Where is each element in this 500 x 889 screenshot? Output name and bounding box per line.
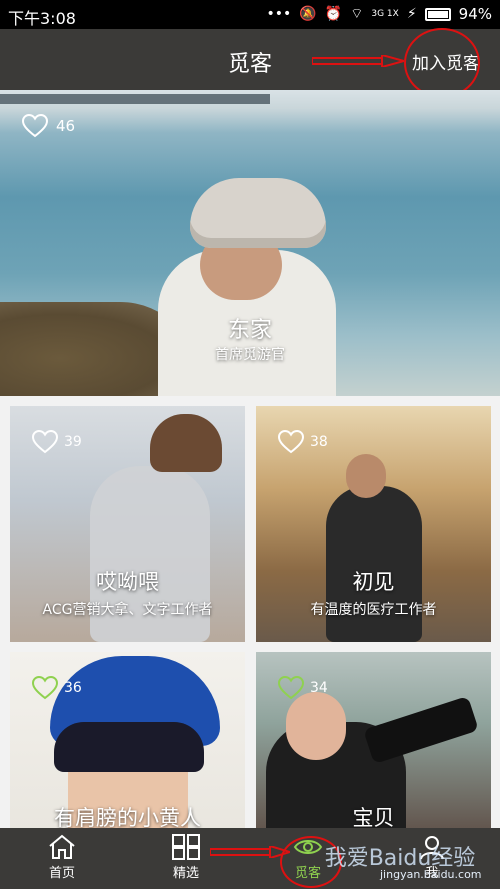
heart-icon [22,114,48,138]
like-button[interactable]: 36 [32,676,82,700]
like-count: 39 [64,434,82,450]
battery-icon [424,7,451,21]
charging-icon: ⚡ [406,6,417,22]
battery-level: 94% [458,5,492,23]
annotation-arrow [312,55,404,67]
card-photo-face [346,454,386,498]
mute-icon: 🔕 [299,6,317,22]
heart-icon [278,676,304,700]
watermark: 我爱Baidu经验 [324,846,476,871]
hero-photo-hat [190,178,326,248]
pier-decoration [0,94,270,104]
like-button[interactable]: 38 [278,430,328,454]
watermark-url: jingyan.baidu.com [380,868,482,881]
like-count: 34 [310,680,328,696]
hero-subtitle: 首席觅游官 [215,347,285,363]
hero-card[interactable]: 46 东家 首席觅游官 [0,90,500,396]
status-bar: 下午3:08 ••• 🔕 ⏰ ⌔ 3G 1X ⚡ 94% [0,0,500,29]
network-type: 3G 1X [371,9,399,19]
profile-card[interactable]: 39 哎呦喂 ACG营销大拿、文字工作者 [10,406,245,642]
nav-select-label: 精选 [172,866,199,881]
like-count: 46 [56,117,76,135]
heart-icon [278,430,304,454]
card-photo-face [286,692,346,760]
profile-card[interactable]: 34 宝贝 [256,652,491,830]
like-count: 36 [64,680,82,696]
hero-name: 东家 [227,318,272,343]
card-name: 初见 [352,570,395,594]
profile-card[interactable]: 38 初见 有温度的医疗工作者 [256,406,491,642]
card-name: 哎呦喂 [96,570,159,594]
like-count: 38 [310,434,328,450]
like-button[interactable]: 34 [278,676,328,700]
home-icon [49,834,75,859]
card-photo-hair [54,722,204,772]
card-subtitle: 有温度的医疗工作者 [310,602,437,618]
profile-card[interactable]: 36 有肩膀的小黄人 [10,652,245,830]
wifi-icon: ⌔ [350,6,364,22]
card-photo-camera [363,695,479,765]
nav-home[interactable]: 首页 [22,834,102,881]
annotation-arrow [210,846,290,858]
card-name: 宝贝 [352,806,395,830]
more-icon: ••• [266,6,292,22]
heart-icon [32,430,58,454]
card-subtitle: ACG营销大拿、文字工作者 [42,602,213,618]
like-button[interactable]: 39 [32,430,82,454]
nav-home-label: 首页 [48,866,75,881]
annotation-circle [404,28,480,98]
card-photo-hat [150,414,222,472]
like-button[interactable]: 46 [22,114,75,138]
grid-icon [172,834,200,860]
card-name: 有肩膀的小黄人 [54,806,201,830]
alarm-icon: ⏰ [324,6,343,22]
heart-icon [32,676,58,700]
status-icons: ••• 🔕 ⏰ ⌔ 3G 1X ⚡ 94% [267,5,492,23]
status-time: 下午3:08 [8,9,76,28]
